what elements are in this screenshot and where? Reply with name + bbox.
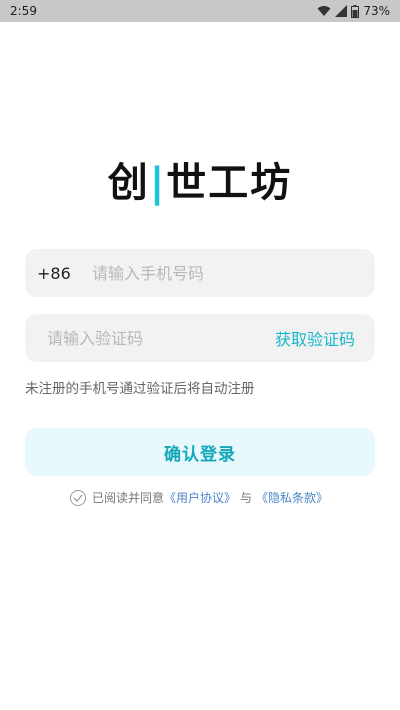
agree-prefix: 已阅读并同意 <box>92 491 165 505</box>
get-code-button[interactable]: 获取验证码 <box>275 326 355 350</box>
confirm-login-button[interactable]: 确认登录 <box>25 428 375 476</box>
user-agreement-link[interactable]: 《用户协议》 <box>164 489 236 506</box>
logo-rest: 世工坊 <box>166 160 293 206</box>
logo-accent-bar: | <box>149 160 167 206</box>
country-code[interactable]: +86 <box>37 264 87 283</box>
agree-checkbox[interactable] <box>70 489 86 506</box>
status-bar: 2:59 73% <box>0 0 400 22</box>
register-hint: 未注册的手机号通过验证后将自动注册 <box>25 381 255 397</box>
privacy-link[interactable]: 《隐私条款》 <box>256 489 328 506</box>
agreement-row: 已阅读并同意 《用户协议》 与 《隐私条款》 <box>70 489 328 506</box>
code-input[interactable] <box>45 327 249 349</box>
status-time: 2:59 <box>10 4 37 18</box>
code-field: 获取验证码 <box>25 314 375 362</box>
status-icons: 73% <box>317 4 390 18</box>
phone-field: +86 <box>25 249 375 297</box>
wifi-icon <box>317 6 331 16</box>
battery-level: 73% <box>363 4 390 18</box>
check-icon <box>73 494 83 502</box>
app-logo: 创|世工坊 <box>0 150 400 208</box>
phone-input[interactable] <box>90 262 354 284</box>
logo-first-char: 创 <box>107 160 150 206</box>
battery-icon <box>351 4 360 18</box>
agree-and: 与 <box>240 491 253 505</box>
signal-icon <box>335 5 348 17</box>
